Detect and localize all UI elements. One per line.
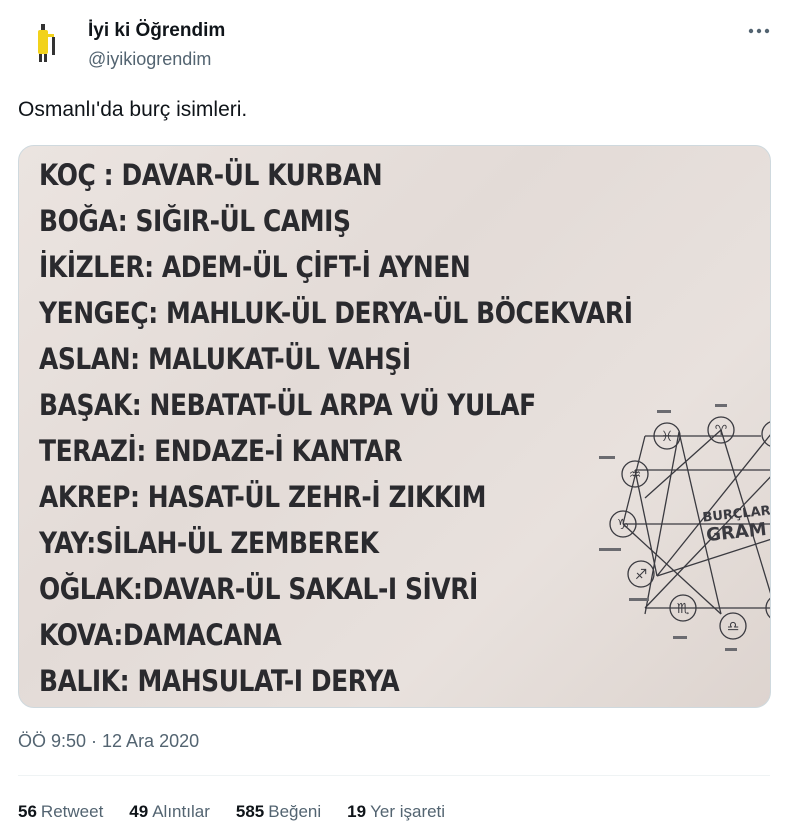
svg-text:♉: ♉ (769, 427, 771, 443)
zodiac-line: KOÇ : DAVAR-ÜL KURBAN (39, 158, 383, 192)
user-handle[interactable]: @iyikiogrendim (88, 49, 211, 70)
tweet-timestamp[interactable]: ÖÖ 9:50 · 12 Ara 2020 (18, 731, 199, 752)
zodiac-line: YENGEÇ: MAHLUK-ÜL DERYA-ÜL BÖCEKVARİ (39, 296, 633, 330)
svg-text:♑: ♑ (617, 517, 630, 533)
zodiac-line: YAY:SİLAH-ÜL ZEMBEREK (39, 526, 379, 560)
retweet-count[interactable]: 56 Retweet (18, 802, 103, 822)
tweet-image[interactable]: KOÇ : DAVAR-ÜL KURBAN BOĞA: SIĞIR-ÜL CAM… (18, 145, 771, 708)
zodiac-line: BOĞA: SIĞIR-ÜL CAMIŞ (39, 204, 351, 238)
more-dots-icon[interactable] (746, 18, 772, 44)
tweet-text: Osmanlı'da burç isimleri. (18, 98, 248, 121)
svg-text:♏: ♏ (677, 601, 690, 617)
bookmark-count[interactable]: 19 Yer işareti (347, 802, 445, 822)
svg-text:♎: ♎ (727, 619, 740, 635)
tweet-header: İyi ki Öğrendim @iyikiogrendim (18, 16, 772, 76)
zodiac-line: BAŞAK: NEBATAT-ÜL ARPA VÜ YULAF (39, 388, 536, 422)
zodiac-line: BALIK: MAHSULAT-I DERYA (39, 664, 400, 698)
tweet-stats: 56 Retweet 49 Alıntılar 585 Beğeni 19 Yer iş… (18, 802, 471, 822)
zodiac-line: ASLAN: MALUKAT-ÜL VAHŞİ (39, 342, 411, 376)
yellow-figure-avatar-icon (22, 18, 70, 66)
divider (18, 775, 770, 776)
svg-text:♓: ♓ (661, 429, 674, 445)
quote-count[interactable]: 49 Alıntılar (129, 802, 210, 822)
zodiac-line: KOVA:DAMACANA (39, 618, 282, 652)
svg-text:♈: ♈ (715, 423, 728, 439)
like-count[interactable]: 585 Beğeni (236, 802, 321, 822)
zodiac-line: OĞLAK:DAVAR-ÜL SAKAL-I SİVRİ (39, 572, 478, 606)
zodiac-line: AKREP: HASAT-ÜL ZEHR-İ ZIKKIM (39, 480, 486, 514)
avatar[interactable] (22, 18, 70, 66)
display-name[interactable]: İyi ki Öğrendim (88, 20, 225, 42)
svg-text:♒: ♒ (629, 467, 642, 483)
zodiac-line: İKİZLER: ADEM-ÜL ÇİFT-İ AYNEN (39, 250, 471, 284)
zodiac-line: TERAZİ: ENDAZE-İ KANTAR (39, 434, 403, 468)
svg-text:♐: ♐ (635, 567, 648, 583)
zodiac-wheel-icon: ♓ ♈ ♉ ♒ ♑ ♐ ♏ ♎ ♏ BURÇLAR GRAM (599, 404, 771, 651)
